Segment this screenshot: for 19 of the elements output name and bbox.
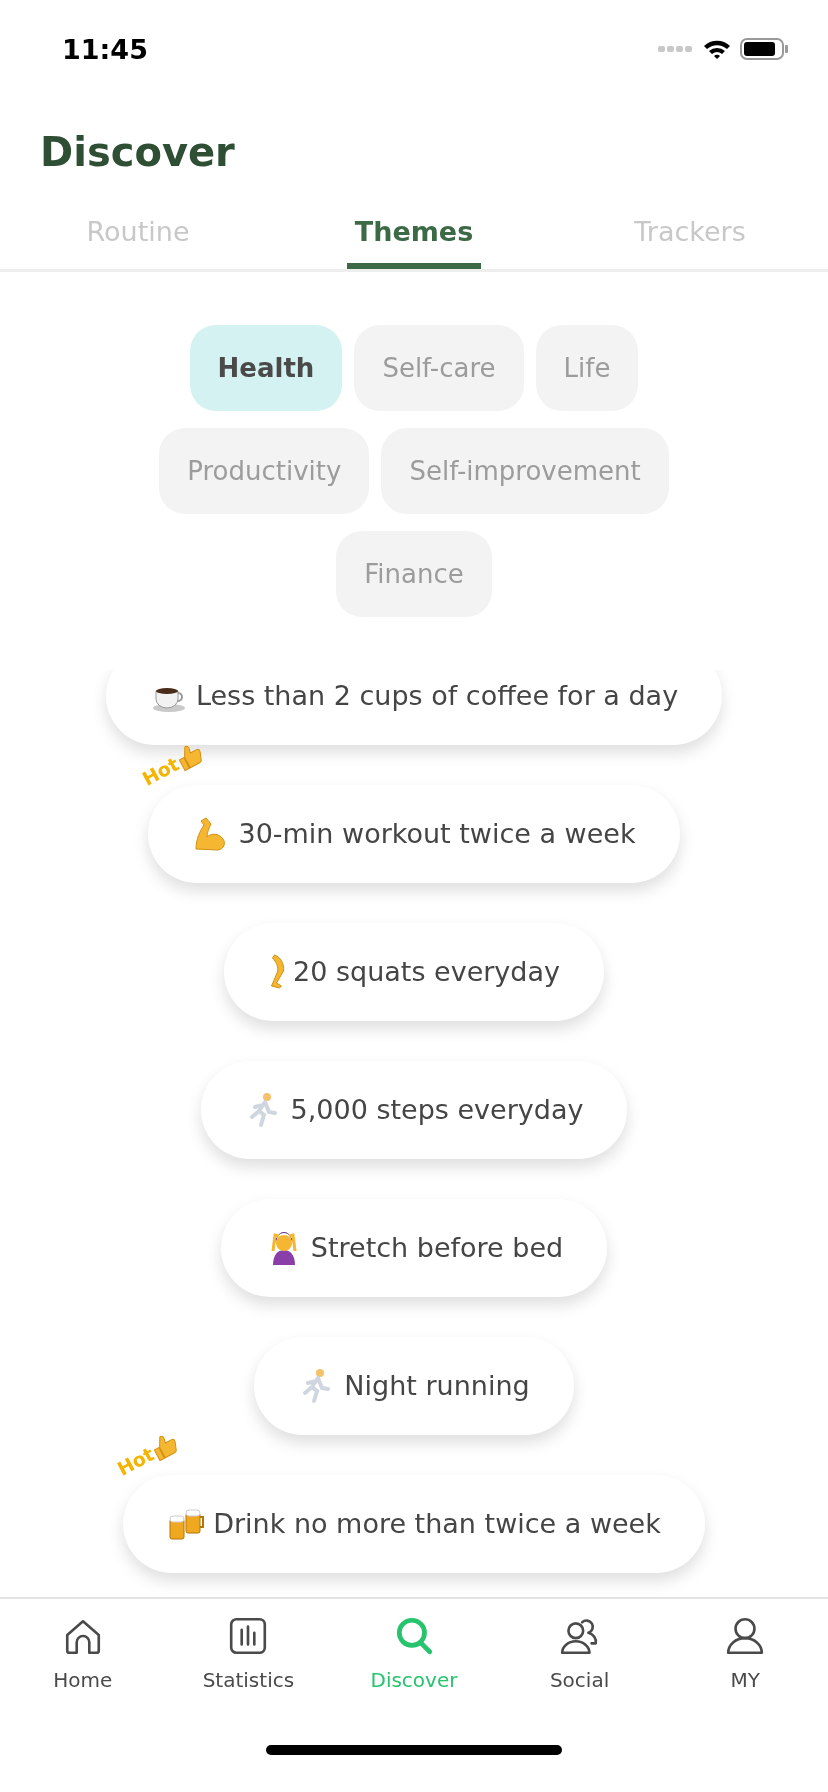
- status-time: 11:45: [62, 33, 148, 67]
- nav-tab[interactable]: Social: [549, 1599, 610, 1695]
- leg-icon: [268, 953, 285, 991]
- habit-button[interactable]: Stretch before bed: [220, 1199, 608, 1297]
- habit-button[interactable]: 30-min workout twice a week: [148, 785, 680, 883]
- nav-tab[interactable]: Home: [53, 1599, 113, 1695]
- habit-button[interactable]: 5,000 steps everyday: [200, 1061, 628, 1159]
- habit-button[interactable]: 20 squats everyday: [224, 923, 604, 1021]
- category-chip[interactable]: Health: [189, 325, 343, 411]
- battery-icon: [740, 38, 788, 60]
- nav-tab[interactable]: MY: [724, 1599, 767, 1695]
- habit-button[interactable]: Less than 2 cups of coffee for a day: [105, 670, 723, 745]
- page-title: Discover: [40, 128, 236, 177]
- habit-button[interactable]: Night running: [254, 1337, 574, 1435]
- tab[interactable]: Themes: [346, 177, 482, 269]
- wifi-icon: [702, 38, 732, 60]
- nav-tab[interactable]: Statistics: [202, 1599, 295, 1695]
- habit-button[interactable]: Drink no more than twice a week: [123, 1475, 705, 1573]
- signal-icon: [658, 45, 694, 53]
